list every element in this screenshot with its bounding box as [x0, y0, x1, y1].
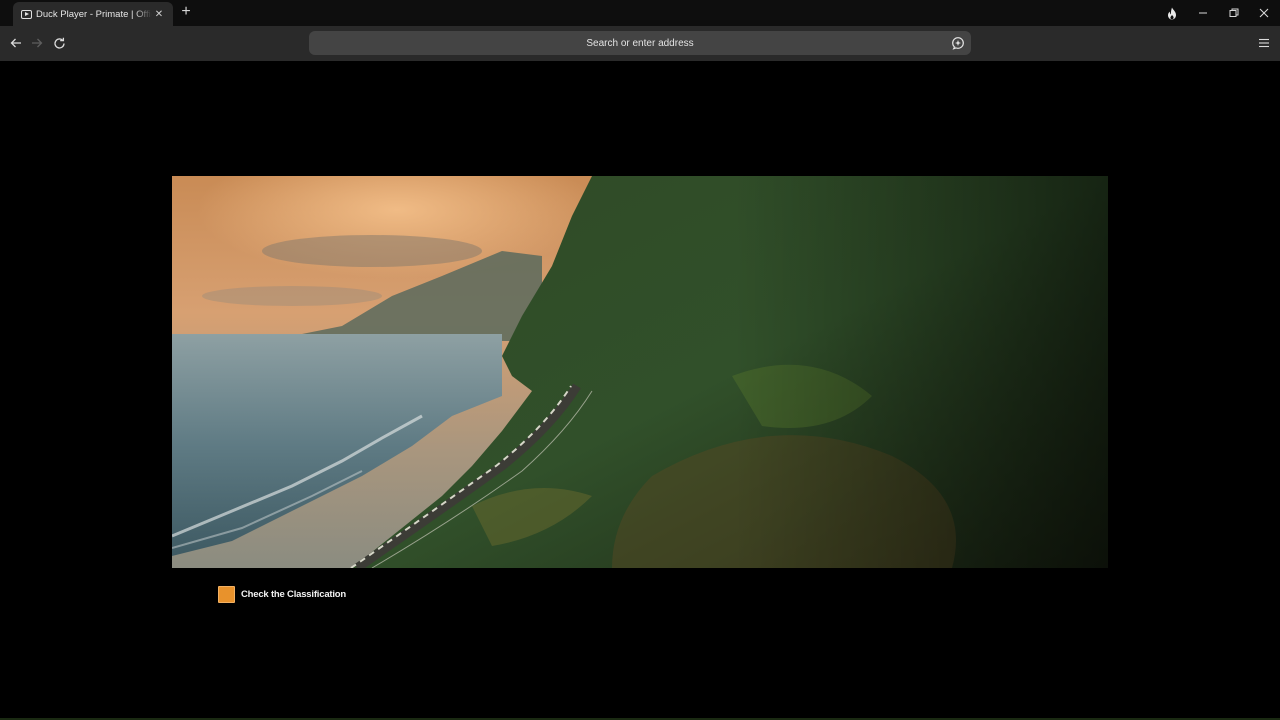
video-player-icon — [21, 9, 32, 19]
new-tab-plus-icon[interactable]: + — [178, 4, 194, 20]
check-classification-item[interactable]: Check the Classification — [218, 586, 346, 603]
back-arrow-icon[interactable] — [7, 34, 25, 52]
address-placeholder: Search or enter address — [586, 37, 694, 49]
tab-duck-player[interactable]: Duck Player - Primate | Official Trailer… — [13, 2, 173, 26]
restore-icon[interactable] — [1225, 4, 1243, 22]
hamburger-menu-icon[interactable] — [1257, 35, 1271, 51]
tab-close-icon[interactable]: ✕ — [153, 9, 165, 20]
browser-toolbar: Search or enter address — [0, 26, 1280, 61]
video-player[interactable] — [172, 176, 1108, 568]
address-bar[interactable]: Search or enter address — [309, 31, 971, 55]
page-content: Check the Classification — [0, 61, 1280, 720]
tab-title: Duck Player - Primate | Official Trailer — [36, 8, 152, 20]
window-close-icon[interactable] — [1255, 4, 1273, 22]
classification-checkbox[interactable] — [218, 586, 235, 603]
forward-arrow-icon[interactable] — [28, 34, 46, 52]
duck-ai-icon[interactable] — [951, 36, 965, 50]
title-bar: Duck Player - Primate | Official Trailer… — [0, 0, 1280, 26]
fire-icon[interactable] — [1163, 4, 1181, 22]
video-frame — [172, 176, 1108, 568]
minimize-icon[interactable] — [1194, 4, 1212, 22]
classification-label: Check the Classification — [241, 589, 347, 600]
reload-icon[interactable] — [50, 34, 68, 52]
